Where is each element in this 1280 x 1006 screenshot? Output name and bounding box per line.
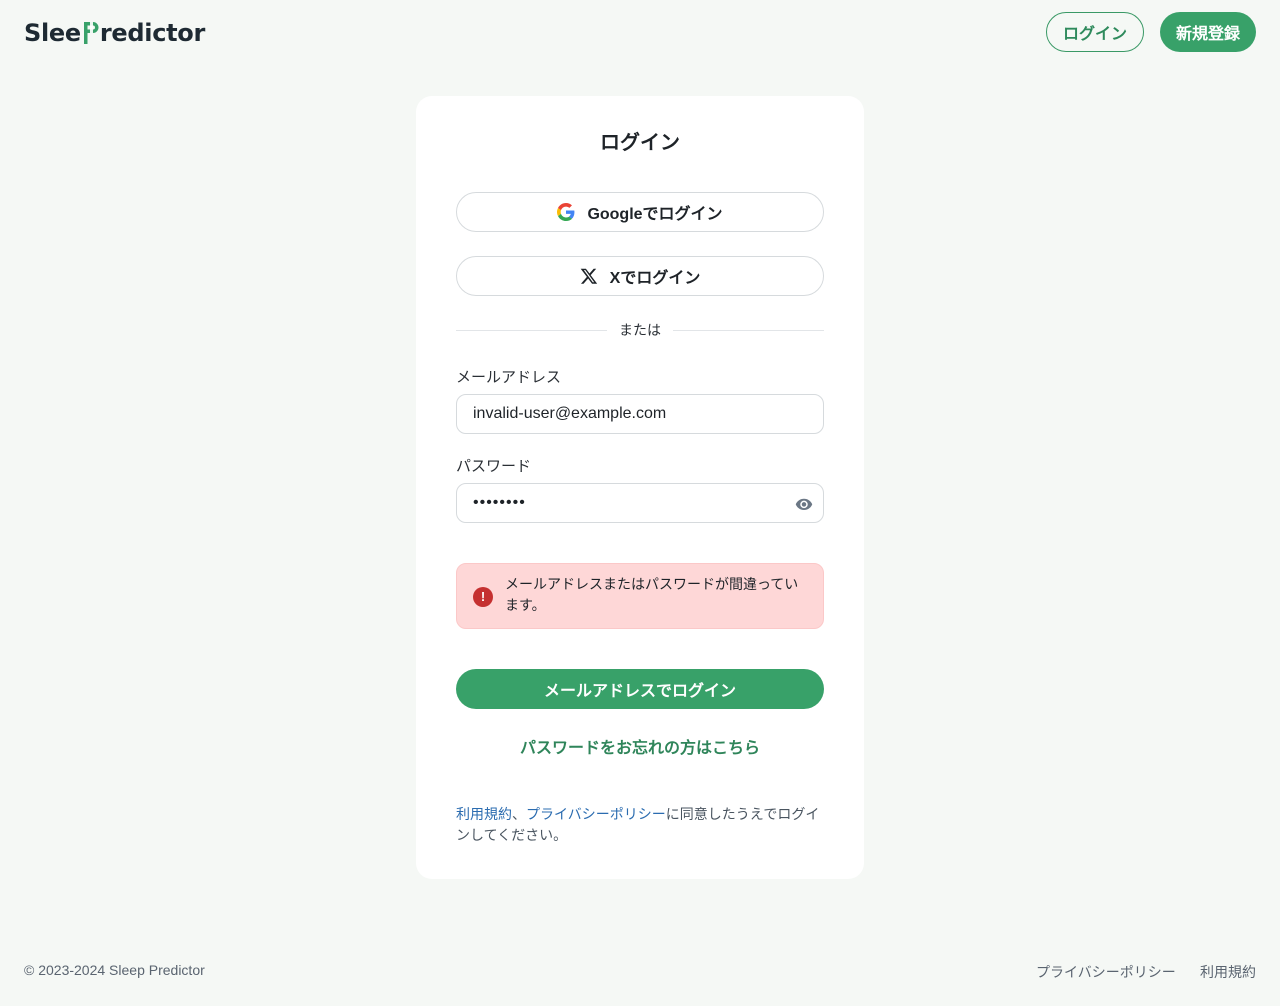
x-login-button[interactable]: Xでログイン — [456, 256, 824, 296]
divider-text: または — [619, 322, 661, 338]
email-field[interactable]: invalid-user@example.com — [456, 394, 824, 434]
terms-separator: 、 — [512, 806, 526, 822]
terms-notice: 利用規約、プライバシーポリシーに同意したうえでログインしてください。 — [456, 804, 824, 846]
page-title: ログイン — [600, 132, 680, 154]
email-value: invalid-user@example.com — [473, 405, 667, 422]
login-card: ログイン Googleでログイン Xでログイン または メールアドレス inva… — [416, 96, 864, 879]
email-label: メールアドレス — [456, 369, 562, 386]
google-login-label: Googleでログイン — [587, 206, 723, 223]
forgot-password-link[interactable]: パスワードをお忘れの方はこちら — [416, 734, 864, 758]
header: Slee redictor ログイン 新規登録 — [0, 0, 1280, 64]
email-login-button[interactable]: メールアドレスでログイン — [456, 669, 824, 709]
error-alert: ! メールアドレスまたはパスワードが間違っています。 — [456, 563, 824, 629]
logo-suffix: redictor — [99, 19, 206, 47]
terms-link[interactable]: 利用規約 — [456, 806, 512, 822]
privacy-link[interactable]: プライバシーポリシー — [526, 806, 666, 822]
logo-p-mark-icon — [82, 21, 99, 45]
divider-line-left — [456, 329, 607, 331]
google-login-button[interactable]: Googleでログイン — [456, 192, 824, 232]
error-icon: ! — [473, 587, 493, 607]
google-icon — [557, 203, 575, 221]
eye-icon[interactable] — [795, 495, 813, 513]
x-logo-icon — [580, 267, 598, 285]
copyright: © 2023-2024 Sleep Predictor — [24, 962, 205, 978]
or-divider: または — [456, 320, 824, 340]
divider-line-right — [673, 329, 824, 331]
password-field[interactable]: •••••••• — [456, 483, 824, 523]
x-login-label: Xでログイン — [609, 270, 701, 287]
logo[interactable]: Slee redictor — [24, 18, 205, 48]
footer-privacy-link[interactable]: プライバシーポリシー — [1036, 962, 1176, 982]
logo-prefix: Slee — [24, 19, 81, 47]
error-message: メールアドレスまたはパスワードが間違っています。 — [505, 576, 799, 613]
header-signup-button[interactable]: 新規登録 — [1160, 12, 1256, 52]
header-login-button[interactable]: ログイン — [1046, 12, 1144, 52]
password-label: パスワード — [456, 458, 532, 475]
footer-terms-link[interactable]: 利用規約 — [1200, 962, 1256, 982]
password-value: •••••••• — [473, 494, 526, 511]
